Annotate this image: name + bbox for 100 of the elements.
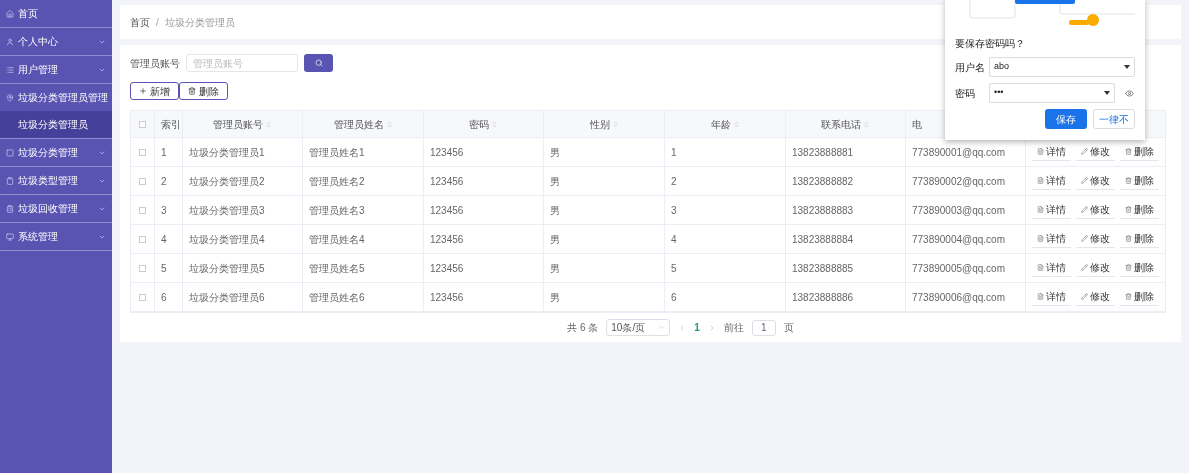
trash-icon [1125,177,1132,184]
page-input[interactable]: 1 [751,319,776,336]
table-cell-text: 13823888883 [792,203,854,218]
checkbox[interactable] [139,177,146,185]
table-cell-text: 13823888886 [792,290,854,305]
sort-icon[interactable] [732,120,740,128]
table-row[interactable]: 5 垃圾分类管理员5 管理员姓名5 123456 男 5 13823888885 773890005@qq.com 详情 修改 删除 [131,254,1165,283]
checkbox[interactable] [139,293,146,301]
field-label: 用户名 [955,60,986,75]
table-cell-text: 管理员姓名3 [309,203,365,218]
table-cell-text: 男 [550,261,560,276]
table-cell-text: 123456 [430,203,464,218]
total-count: 共 6 条 [567,321,599,335]
column-header[interactable]: 电 [912,116,922,132]
column-header[interactable]: 性别 [589,116,610,132]
eye-icon[interactable] [1125,88,1134,98]
table-cell-text: 2 [671,174,677,189]
menu-icon [6,176,14,185]
sort-icon[interactable] [863,120,870,128]
document-icon [1037,206,1044,213]
menu-icon [6,65,14,74]
document-icon [1037,148,1044,155]
detail-button[interactable]: 详情 [1032,201,1071,219]
sidebar-item[interactable]: 垃圾类型管理 [0,167,112,194]
sidebar-item[interactable]: 垃圾分类管理员管理 [0,84,112,111]
table-row[interactable]: 4 垃圾分类管理员4 管理员姓名4 123456 男 4 13823888884 773890004@qq.com 详情 修改 删除 [131,225,1165,254]
search-button[interactable] [304,54,333,72]
page-size-select[interactable]: 10条/页 [606,319,671,336]
checkbox[interactable] [139,206,146,214]
column-header[interactable]: 管理员账号 [213,116,263,132]
delete-button[interactable]: 删除 [179,82,228,100]
table-cell-text: 管理员姓名5 [309,261,365,276]
table-cell-text: 123456 [430,145,464,160]
column-header[interactable]: 索引 [161,116,181,132]
table-row[interactable]: 3 垃圾分类管理员3 管理员姓名3 123456 男 3 13823888883 773890003@qq.com 详情 修改 删除 [131,196,1165,225]
detail-button[interactable]: 详情 [1032,288,1071,306]
dropdown-icon [1124,65,1130,69]
never-button[interactable]: 一律不 [1093,109,1135,129]
table-cell-text: 773890001@qq.com [912,145,1005,160]
trash-icon [1125,235,1132,242]
sidebar-item[interactable]: 系统管理 [0,223,112,250]
table-row[interactable]: 2 垃圾分类管理员2 管理员姓名2 123456 男 2 13823888882 773890002@qq.com 详情 修改 删除 [131,167,1165,196]
table-cell-text: 5 [671,261,677,276]
sort-icon[interactable] [385,120,393,128]
checkbox[interactable] [139,235,146,243]
sidebar-item[interactable]: 首页 [0,0,112,27]
table-cell-text: 管理员姓名1 [309,145,365,160]
table-cell-text: 123456 [430,261,464,276]
sidebar-item[interactable]: 用户管理 [0,56,112,83]
sidebar-subitem[interactable]: 垃圾分类管理员 [0,111,112,138]
page-suffix: 页 [783,321,794,335]
breadcrumb-item[interactable]: 首页 [130,14,150,30]
detail-button[interactable]: 详情 [1032,259,1071,277]
menu-icon [6,9,14,18]
column-header[interactable]: 密码 [469,116,489,132]
checkbox[interactable] [139,148,146,156]
sidebar-item[interactable]: 个人中心 [0,28,112,55]
table-cell-text: 123456 [430,232,464,247]
search-field[interactable]: 管理员账号 [186,54,298,72]
sort-icon[interactable] [611,120,619,128]
pencil-icon [1081,148,1088,155]
trash-icon [1125,293,1132,300]
table-cell-text: 4 [671,232,677,247]
password-field[interactable]: ••• [989,83,1115,103]
sidebar-item[interactable]: 垃圾回收管理 [0,195,112,222]
table-cell-text: 13823888884 [792,232,854,247]
table-cell-text: 773890006@qq.com [912,290,1005,305]
column-header[interactable]: 管理员姓名 [333,116,384,132]
column-header[interactable]: 年龄 [710,116,731,132]
page-number[interactable]: 1 [694,320,700,335]
sort-icon[interactable] [265,120,272,128]
menu-icon [6,93,14,102]
save-button[interactable]: 保存 [1045,109,1087,129]
sidebar-item[interactable]: 垃圾分类管理 [0,139,112,166]
breadcrumb-separator: / [156,15,159,30]
sort-icon[interactable] [491,120,498,128]
detail-button[interactable]: 详情 [1032,172,1071,190]
table-cell-text: 男 [550,290,560,305]
table-cell-text: 垃圾分类管理员1 [189,145,265,160]
table-cell-text: 773890003@qq.com [912,203,1005,218]
add-button[interactable]: 新增 [130,82,179,100]
trash-icon [1125,206,1132,213]
table-cell-text: 男 [550,232,560,247]
table-cell-text: 123456 [430,290,464,305]
pencil-icon [1081,235,1088,242]
chevron-down-icon [658,324,666,331]
table-row[interactable]: 1 垃圾分类管理员1 管理员姓名1 123456 男 1 13823888881 773890001@qq.com 详情 修改 删除 [131,138,1165,167]
goto-label: 前往 [723,321,744,335]
detail-button[interactable]: 详情 [1032,143,1071,161]
checkbox[interactable] [139,264,146,272]
checkbox[interactable] [139,120,146,128]
table-cell-text: 男 [550,203,560,218]
detail-button[interactable]: 详情 [1032,230,1071,248]
column-header[interactable]: 联系电话 [821,116,861,132]
table-row[interactable]: 6 垃圾分类管理员6 管理员姓名6 123456 男 6 13823888886 773890006@qq.com 详情 修改 删除 [131,283,1165,312]
username-field[interactable]: abo [989,57,1135,77]
table-cell-text: 773890004@qq.com [912,232,1005,247]
table-cell-text: 男 [550,174,560,189]
table-cell-text: 垃圾分类管理员6 [189,290,265,305]
document-icon [1037,264,1044,271]
